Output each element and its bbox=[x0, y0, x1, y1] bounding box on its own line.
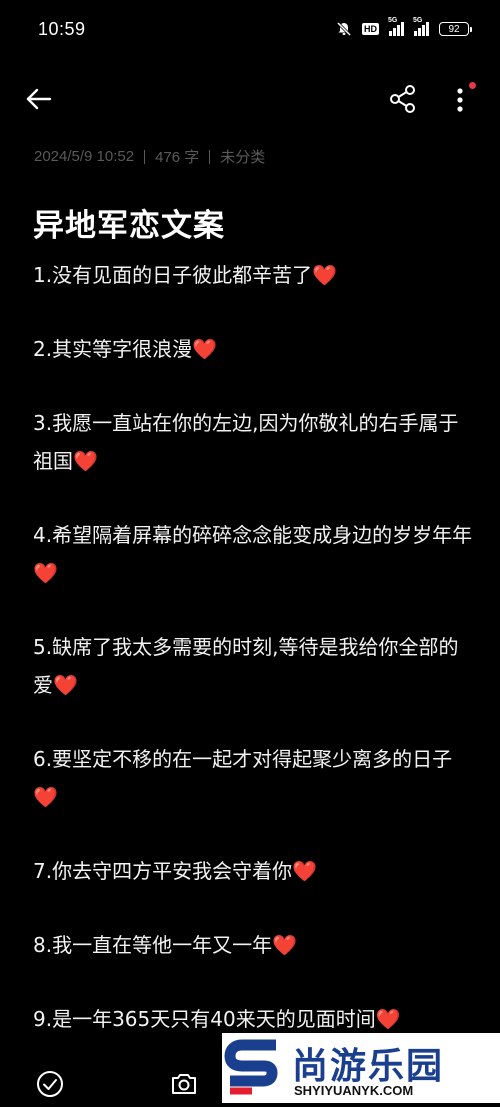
note-paragraph: 7.你去守四方平安我会守着你❤️ bbox=[33, 852, 473, 890]
more-vertical-icon[interactable] bbox=[448, 80, 478, 118]
paragraph-text: 5.缺席了我太多需要的时刻,等待是我给你全部的爱 bbox=[33, 635, 459, 697]
signal-2-label: 5G bbox=[413, 17, 423, 24]
note-title[interactable]: 异地军恋文案 bbox=[33, 200, 225, 245]
hd-badge: HD bbox=[362, 23, 379, 35]
watermark-name: 尚游乐园 bbox=[292, 1046, 445, 1087]
meta-divider bbox=[144, 149, 146, 164]
heart-icon: ❤️ bbox=[73, 449, 98, 473]
paragraph-text: 1.没有见面的日子彼此都辛苦了 bbox=[33, 263, 313, 287]
status-time: 10:59 bbox=[38, 18, 86, 39]
heart-icon: ❤️ bbox=[33, 785, 58, 809]
share-icon[interactable] bbox=[386, 82, 420, 116]
check-circle-icon[interactable] bbox=[36, 1070, 64, 1098]
note-paragraph: 1.没有见面的日子彼此都辛苦了❤️ bbox=[33, 256, 473, 294]
status-bar: 10:59 HD 5G 5G 92 bbox=[0, 0, 500, 58]
note-paragraph: 3.我愿一直站在你的左边,因为你敬礼的右手属于祖国❤️ bbox=[33, 404, 473, 480]
heart-icon: ❤️ bbox=[53, 673, 78, 697]
note-paragraph: 8.我一直在等他一年又一年❤️ bbox=[33, 926, 473, 964]
note-meta: 2024/5/9 10:52 476 字 未分类 bbox=[34, 146, 265, 167]
note-paragraph: 6.要坚定不移的在一起才对得起聚少离多的日子 ❤️ bbox=[33, 740, 473, 816]
paragraph-text: 8.我一直在等他一年又一年 bbox=[33, 933, 273, 957]
paragraph-text: 9.是一年365天只有40来天的见面时间 bbox=[33, 1007, 376, 1031]
heart-icon: ❤️ bbox=[375, 1007, 401, 1031]
battery-level: 92 bbox=[439, 22, 469, 36]
paragraph-text: 6.要坚定不移的在一起才对得起聚少离多的日子 bbox=[33, 747, 453, 771]
meta-divider bbox=[209, 149, 211, 164]
status-icons: HD 5G 5G 92 bbox=[336, 17, 472, 37]
heart-icon: ❤️ bbox=[192, 337, 217, 361]
notification-dot bbox=[469, 82, 476, 89]
mute-icon bbox=[336, 21, 352, 37]
paragraph-text: 7.你去守四方平安我会守着你 bbox=[33, 859, 293, 883]
note-paragraph: 4.希望隔着屏幕的碎碎念念能变成身边的岁岁年年 ❤️ bbox=[33, 516, 473, 592]
note-toolbar bbox=[0, 76, 500, 120]
signal-1-icon: 5G bbox=[388, 17, 404, 36]
watermark-logo-icon bbox=[222, 1033, 286, 1103]
signal-1-label: 5G bbox=[388, 17, 398, 24]
note-date: 2024/5/9 10:52 bbox=[34, 148, 135, 165]
watermark-url: SHYIYUANYK.COM bbox=[294, 1083, 414, 1098]
signal-2-icon: 5G bbox=[413, 17, 429, 36]
note-paragraph: 5.缺席了我太多需要的时刻,等待是我给你全部的爱❤️ bbox=[33, 628, 473, 704]
paragraph-text: 2.其实等字很浪漫 bbox=[33, 337, 193, 361]
paragraph-text: 4.希望隔着屏幕的碎碎念念能变成身边的岁岁年年 bbox=[33, 523, 473, 547]
note-word-count: 476 字 bbox=[155, 149, 200, 166]
arrow-left-icon[interactable] bbox=[22, 82, 56, 116]
note-body[interactable]: 1.没有见面的日子彼此都辛苦了❤️ 2.其实等字很浪漫❤️ 3.我愿一直站在你的… bbox=[33, 256, 473, 1074]
heart-icon: ❤️ bbox=[312, 263, 337, 287]
camera-icon[interactable] bbox=[170, 1070, 198, 1098]
battery-icon: 92 bbox=[439, 22, 472, 36]
heart-icon: ❤️ bbox=[272, 933, 297, 957]
heart-icon: ❤️ bbox=[292, 859, 317, 883]
note-paragraph: 2.其实等字很浪漫❤️ bbox=[33, 330, 473, 368]
note-category[interactable]: 未分类 bbox=[220, 146, 265, 167]
watermark: 尚游乐园 SHYIYUANYK.COM bbox=[222, 1033, 500, 1103]
heart-icon: ❤️ bbox=[33, 561, 58, 585]
